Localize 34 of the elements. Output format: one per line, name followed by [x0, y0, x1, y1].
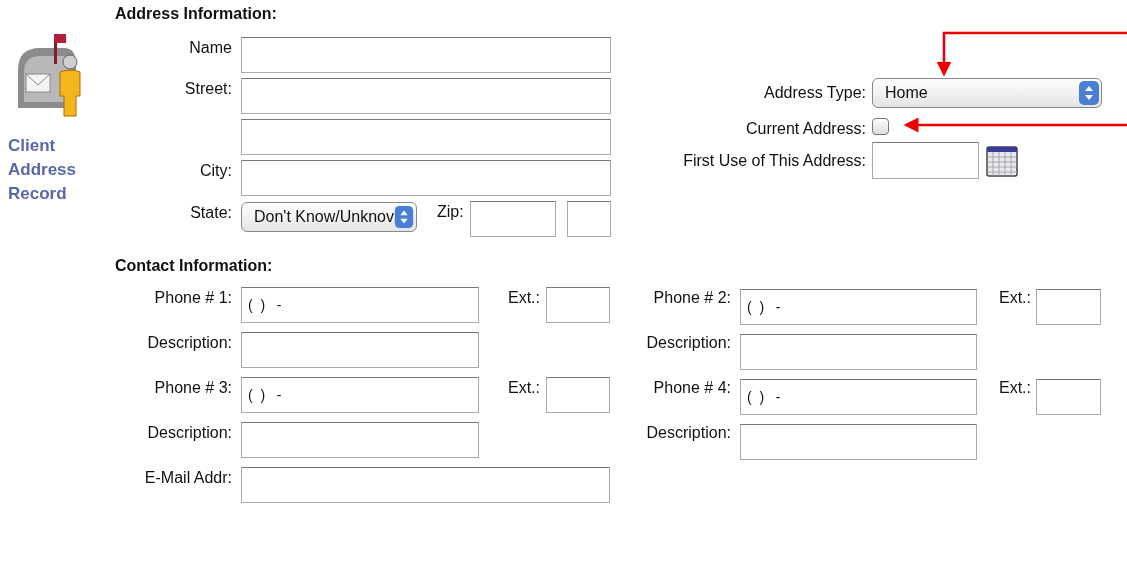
section-heading: Address Information:: [115, 5, 278, 24]
field-label: Description:: [645, 333, 732, 352]
field-label: Name: [188, 38, 233, 57]
field-label: State:: [189, 203, 233, 222]
phone-mask: ( ) -: [747, 389, 781, 405]
field-label: Current Address:: [744, 119, 867, 138]
field-label: Zip:: [437, 202, 464, 221]
field-label: Street:: [183, 79, 233, 98]
state-select[interactable]: Don't Know/Unknov: [241, 202, 417, 232]
field-label: Phone # 3:: [153, 378, 233, 397]
phone-mask: ( ) -: [248, 387, 282, 403]
page-title: Client Address Record: [8, 135, 78, 205]
field-label: Phone # 1:: [153, 288, 233, 307]
phone-mask: ( ) -: [747, 299, 781, 315]
field-label: Ext.:: [998, 378, 1032, 397]
field-label: Description:: [146, 333, 233, 352]
phone-field[interactable]: ( ) -: [241, 377, 479, 413]
field-label: Description:: [146, 423, 233, 442]
field-label: Ext.:: [507, 288, 541, 307]
field-label: City:: [199, 161, 233, 180]
address-type-select[interactable]: Home: [872, 78, 1102, 108]
field-label: First Use of This Address:: [682, 151, 867, 170]
field-label: Description:: [645, 423, 732, 442]
field-label: E-Mail Addr:: [143, 468, 233, 487]
field-label: Address Type:: [763, 84, 867, 102]
phone-mask: ( ) -: [248, 297, 282, 313]
phone-field[interactable]: ( ) -: [740, 379, 977, 415]
field-label: Phone # 2:: [652, 288, 732, 307]
field-label: Ext.:: [998, 288, 1032, 307]
phone-field[interactable]: ( ) -: [740, 289, 977, 325]
field-label: Ext.:: [507, 378, 541, 397]
section-heading: Contact Information:: [115, 257, 274, 276]
field-label: Phone # 4:: [652, 378, 732, 397]
phone-field[interactable]: ( ) -: [241, 287, 479, 323]
